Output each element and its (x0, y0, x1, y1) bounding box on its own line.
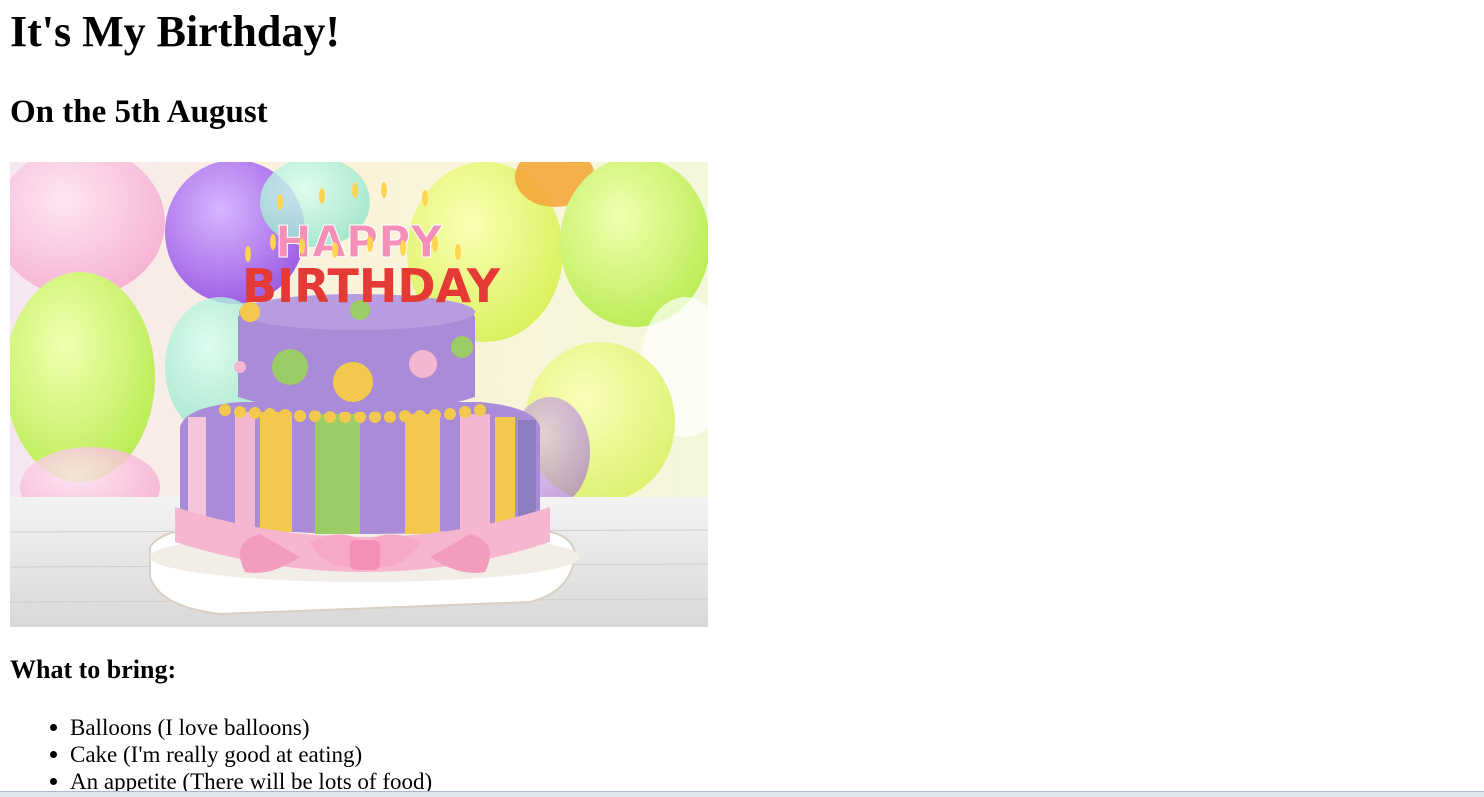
window-bottom-edge (0, 791, 1484, 797)
list-item: Cake (I'm really good at eating) (50, 741, 432, 768)
bullet-icon (50, 751, 57, 758)
bring-list: Balloons (I love balloons) Cake (I'm rea… (50, 714, 432, 795)
bullet-icon (50, 724, 57, 731)
list-item: Balloons (I love balloons) (50, 714, 432, 741)
bullet-icon (50, 778, 57, 785)
page-title: It's My Birthday! (10, 7, 340, 56)
list-item-text: Cake (I'm really good at eating) (70, 742, 363, 767)
list-item-text: Balloons (I love balloons) (70, 715, 310, 740)
bring-heading: What to bring: (10, 655, 177, 684)
birthday-page: It's My Birthday! On the 5th August HAPP… (0, 0, 1484, 797)
cake-letters-bottom: BIRTHDAY (242, 259, 501, 313)
birthday-cake-image: HAPPY BIRTHDAY (10, 162, 708, 627)
page-subtitle: On the 5th August (10, 94, 268, 130)
